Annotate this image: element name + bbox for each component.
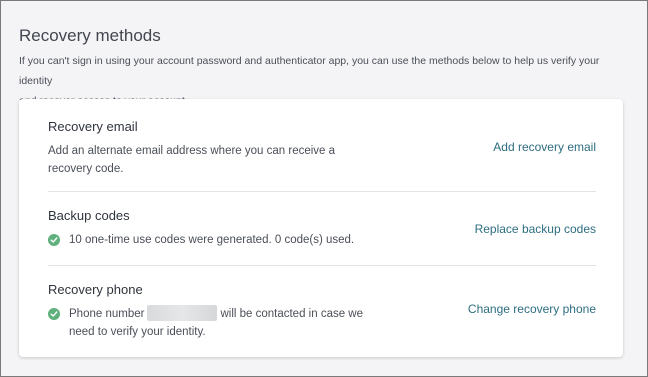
replace-backup-codes-link[interactable]: Replace backup codes bbox=[475, 222, 596, 236]
check-circle-icon bbox=[48, 308, 60, 320]
change-recovery-phone-link[interactable]: Change recovery phone bbox=[468, 302, 596, 316]
phone-status-prefix: Phone number bbox=[69, 308, 145, 320]
intro-line-1: If you can't sign in using your account … bbox=[19, 55, 600, 87]
backup-codes-title: Backup codes bbox=[48, 208, 130, 223]
recovery-email-desc-line-2: recovery code. bbox=[48, 163, 124, 175]
recovery-email-title: Recovery email bbox=[48, 119, 138, 134]
section-divider bbox=[48, 191, 596, 192]
recovery-email-section: Recovery email Add an alternate email ad… bbox=[48, 119, 596, 179]
recovery-methods-card: Recovery email Add an alternate email ad… bbox=[19, 99, 623, 357]
page-title: Recovery methods bbox=[19, 26, 161, 46]
backup-codes-section: Backup codes 10 one-time use codes were … bbox=[48, 208, 596, 253]
backup-codes-status-text: 10 one-time use codes were generated. 0 … bbox=[69, 234, 355, 246]
phone-status-line-2: need to verify your identity. bbox=[69, 326, 206, 338]
section-divider bbox=[48, 265, 596, 266]
recovery-phone-title: Recovery phone bbox=[48, 282, 143, 297]
phone-status-suffix: will be contacted in case we bbox=[220, 308, 364, 320]
check-circle-icon bbox=[48, 234, 60, 246]
add-recovery-email-link[interactable]: Add recovery email bbox=[493, 140, 596, 154]
redacted-phone-number bbox=[147, 305, 218, 321]
recovery-phone-status-text: Phone number will be contacted in case we… bbox=[69, 305, 363, 341]
recovery-phone-section: Recovery phone Phone number will be conta… bbox=[48, 282, 596, 342]
